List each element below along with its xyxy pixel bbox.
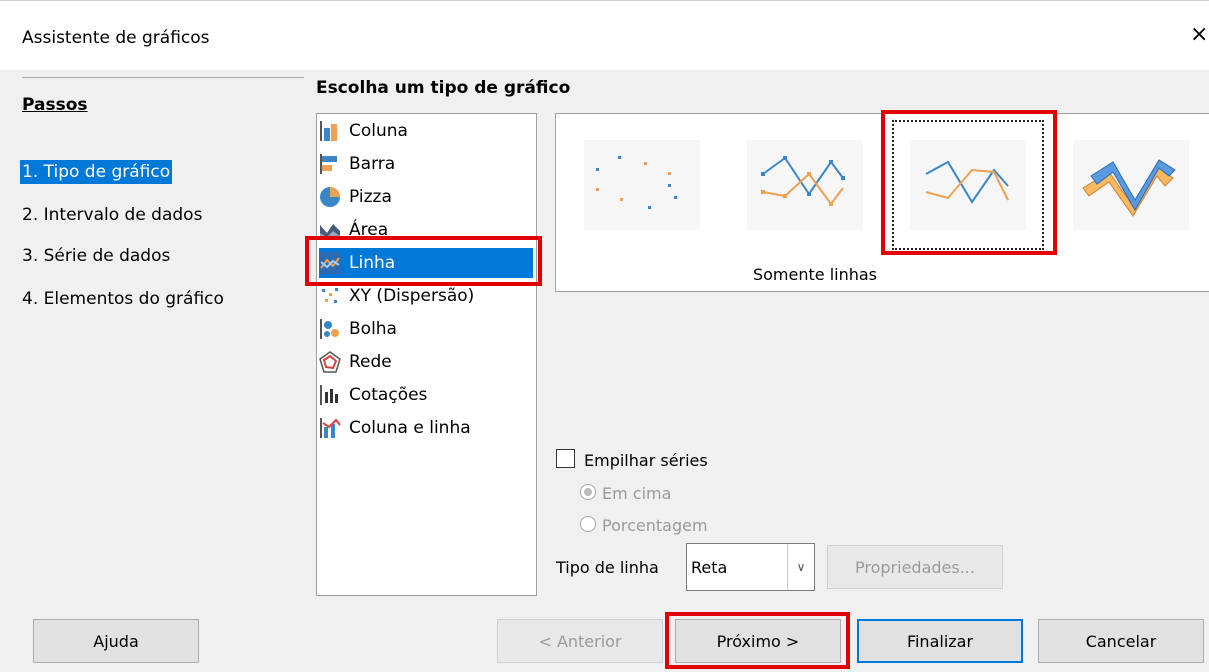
lines-only-icon [910, 140, 1026, 230]
line-type-label: Tipo de linha [556, 558, 659, 577]
area-chart-icon [320, 224, 340, 240]
chart-type-pie[interactable]: Pizza [319, 182, 533, 212]
steps-divider [22, 77, 304, 78]
variant-points-only[interactable] [564, 118, 720, 252]
column-line-chart-icon [320, 418, 341, 438]
points-and-lines-icon [747, 140, 863, 230]
variant-lines-only[interactable] [890, 118, 1046, 252]
chevron-down-icon[interactable]: ∨ [787, 544, 814, 590]
chart-type-xy[interactable]: XY (Dispersão) [319, 281, 533, 311]
chart-type-label: Linha [349, 253, 396, 273]
scatter-chart-icon [322, 288, 338, 303]
line-chart-icon [319, 252, 341, 274]
properties-button[interactable]: Propriedades... [827, 545, 1003, 589]
chart-type-label: Pizza [349, 187, 392, 207]
step-data-series[interactable]: 3. Série de dados [22, 246, 170, 266]
chart-type-label: Área [349, 220, 389, 240]
column-chart-icon [320, 121, 337, 141]
chart-type-column[interactable]: Coluna [319, 116, 533, 146]
chart-type-label: Barra [349, 154, 396, 174]
line-type-select[interactable]: Reta ∨ [686, 543, 815, 591]
line-type-value: Reta [691, 558, 728, 577]
step-chart-type[interactable]: 1. Tipo de gráfico [20, 160, 173, 184]
finish-button[interactable]: Finalizar [857, 619, 1023, 663]
chart-type-net[interactable]: Rede [319, 347, 533, 377]
bar-chart-icon [320, 154, 337, 174]
percent-label: Porcentagem [602, 516, 708, 535]
chart-type-label: Coluna e linha [349, 418, 471, 438]
next-button[interactable]: Próximo > [675, 619, 841, 663]
chart-type-label: Rede [349, 352, 392, 372]
chart-type-label: Coluna [349, 121, 408, 141]
chart-type-bubble[interactable]: Bolha [319, 314, 533, 344]
steps-title: Passos [22, 95, 88, 115]
3d-lines-icon [1073, 140, 1189, 230]
chart-type-list[interactable]: Coluna Barra Pizza Área Linha XY (Disper… [316, 113, 537, 596]
cancel-button[interactable]: Cancelar [1038, 619, 1204, 663]
chart-type-label: XY (Dispersão) [349, 286, 475, 306]
percent-radio[interactable] [580, 516, 596, 532]
chart-type-area[interactable]: Área [319, 215, 533, 245]
variant-label: Somente linhas [752, 265, 878, 284]
chart-type-stock[interactable]: Cotações [319, 380, 533, 410]
stack-series-label: Empilhar séries [584, 451, 708, 470]
variant-3d-lines[interactable] [1053, 118, 1209, 252]
points-only-icon [584, 140, 700, 230]
net-chart-icon [319, 351, 341, 373]
stack-series-checkbox[interactable] [556, 449, 575, 468]
stock-chart-icon [320, 385, 338, 405]
chart-type-heading: Escolha um tipo de gráfico [316, 78, 571, 98]
close-icon[interactable]: × [1190, 22, 1208, 47]
help-button[interactable]: Ajuda [33, 619, 199, 663]
step-data-range[interactable]: 2. Intervalo de dados [22, 205, 202, 225]
on-top-label: Em cima [602, 484, 672, 503]
chart-type-bar[interactable]: Barra [319, 149, 533, 179]
chart-type-line[interactable]: Linha [319, 248, 533, 278]
pie-chart-icon [320, 187, 340, 207]
bubble-chart-icon [320, 319, 339, 339]
chart-type-column-line[interactable]: Coluna e linha [319, 413, 533, 443]
variant-points-and-lines[interactable] [727, 118, 883, 252]
chart-type-label: Cotações [349, 385, 428, 405]
previous-button[interactable]: < Anterior [497, 619, 663, 663]
step-chart-elements[interactable]: 4. Elementos do gráfico [22, 289, 224, 309]
chart-type-label: Bolha [349, 319, 397, 339]
on-top-radio[interactable] [580, 484, 596, 500]
dialog-title: Assistente de gráficos [22, 28, 210, 48]
